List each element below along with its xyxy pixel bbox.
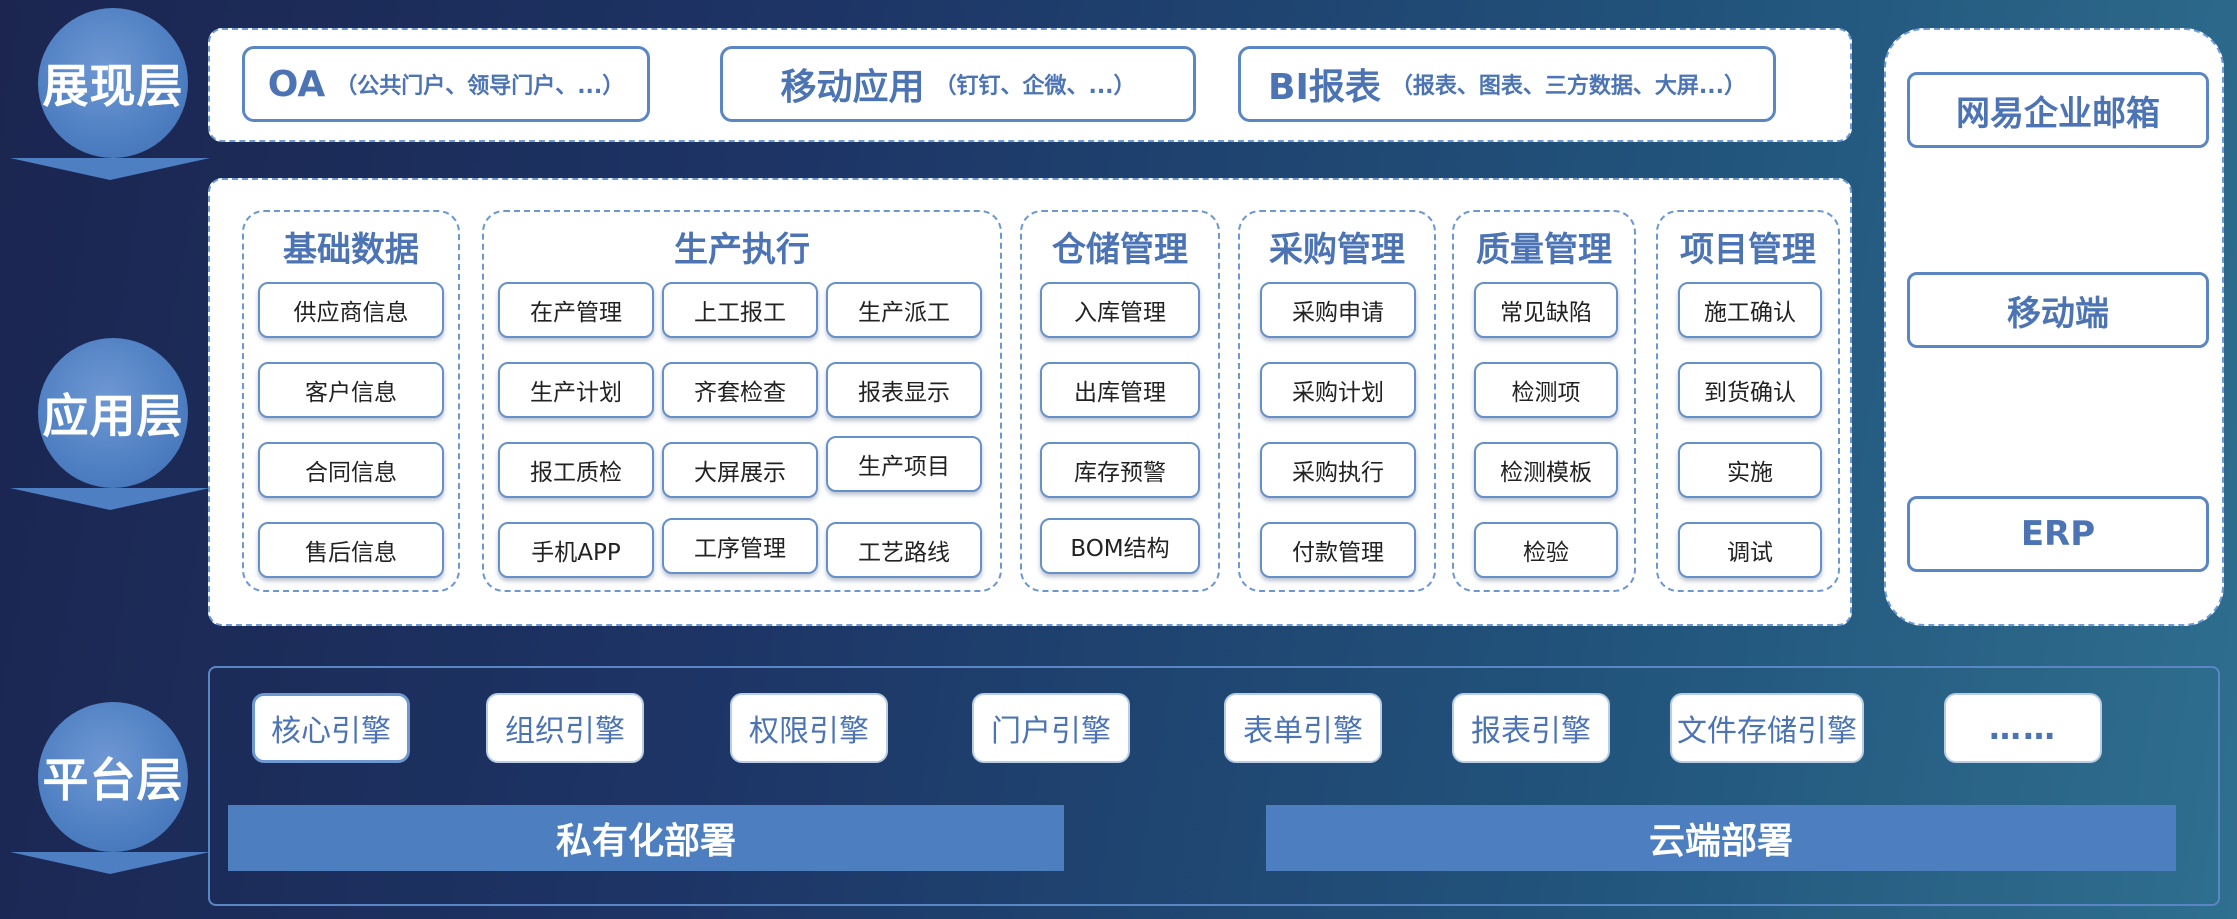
layer-platform-label: 平台层 xyxy=(38,702,188,852)
module-button[interactable]: 采购计划 xyxy=(1260,362,1416,418)
mobile-app-title: 移动应用 xyxy=(780,67,925,108)
engine-more[interactable]: …… xyxy=(1944,693,2102,763)
mobile-app[interactable]: 移动应用 （钉钉、企微、...） xyxy=(720,46,1196,122)
engine-form[interactable]: 表单引擎 xyxy=(1224,693,1382,763)
module-button[interactable]: BOM结构 xyxy=(1040,518,1200,574)
layer-presentation: 展现层 xyxy=(10,8,210,180)
module-button[interactable]: 客户信息 xyxy=(258,362,444,418)
group-purchasing: 采购管理 采购申请 采购计划 采购执行 付款管理 xyxy=(1238,210,1436,592)
module-button[interactable]: 调试 xyxy=(1678,522,1822,578)
application-panel: 基础数据 供应商信息 客户信息 合同信息 售后信息 生产执行 在产管理 上工报工… xyxy=(208,178,1852,626)
module-button[interactable]: 施工确认 xyxy=(1678,282,1822,338)
bi-report[interactable]: BI报表 （报表、图表、三方数据、大屏...） xyxy=(1238,46,1776,122)
module-button[interactable]: 售后信息 xyxy=(258,522,444,578)
group-quality: 质量管理 常见缺陷 检测项 检测模板 检验 xyxy=(1452,210,1636,592)
module-button[interactable]: 采购执行 xyxy=(1260,442,1416,498)
group-title: 质量管理 xyxy=(1476,230,1612,270)
oa-title: OA xyxy=(267,63,326,105)
module-button[interactable]: 生产派工 xyxy=(826,282,982,338)
module-button[interactable]: 入库管理 xyxy=(1040,282,1200,338)
module-button[interactable]: 检验 xyxy=(1474,522,1618,578)
module-button[interactable]: 报工质检 xyxy=(498,442,654,498)
module-button[interactable]: 实施 xyxy=(1678,442,1822,498)
layer-application-label: 应用层 xyxy=(38,338,188,488)
presentation-panel: OA （公共门户、领导门户、...） 移动应用 （钉钉、企微、...） BI报表… xyxy=(208,28,1852,142)
mobile-app-subtitle: （钉钉、企微、...） xyxy=(934,74,1136,99)
module-button[interactable]: 采购申请 xyxy=(1260,282,1416,338)
group-project: 项目管理 施工确认 到货确认 实施 调试 xyxy=(1656,210,1840,592)
module-button[interactable]: 出库管理 xyxy=(1040,362,1200,418)
bi-report-title: BI报表 xyxy=(1268,67,1381,108)
bi-report-subtitle: （报表、图表、三方数据、大屏...） xyxy=(1390,74,1746,99)
module-button[interactable]: 上工报工 xyxy=(662,282,818,338)
engine-core[interactable]: 核心引擎 xyxy=(252,693,410,763)
group-warehouse: 仓储管理 入库管理 出库管理 库存预警 BOM结构 xyxy=(1020,210,1220,592)
down-arrow-icon xyxy=(10,488,210,510)
module-button[interactable]: 常见缺陷 xyxy=(1474,282,1618,338)
module-button[interactable]: 库存预警 xyxy=(1040,442,1200,498)
module-button[interactable]: 付款管理 xyxy=(1260,522,1416,578)
netease-mail-button[interactable]: 网易企业邮箱 xyxy=(1907,72,2209,148)
engine-organization[interactable]: 组织引擎 xyxy=(486,693,644,763)
group-production: 生产执行 在产管理 上工报工 生产派工 生产计划 齐套检查 报表显示 报工质检 … xyxy=(482,210,1002,592)
group-title: 生产执行 xyxy=(674,230,810,270)
down-arrow-icon xyxy=(10,158,210,180)
module-button[interactable]: 生产项目 xyxy=(826,436,982,492)
module-button[interactable]: 工序管理 xyxy=(662,518,818,574)
module-button[interactable]: 齐套检查 xyxy=(662,362,818,418)
module-button[interactable]: 检测模板 xyxy=(1474,442,1618,498)
module-button[interactable]: 检测项 xyxy=(1474,362,1618,418)
erp-button[interactable]: ERP xyxy=(1907,496,2209,572)
mobile-terminal-button[interactable]: 移动端 xyxy=(1907,272,2209,348)
engine-portal[interactable]: 门户引擎 xyxy=(972,693,1130,763)
module-button[interactable]: 大屏展示 xyxy=(662,442,818,498)
module-button[interactable]: 生产计划 xyxy=(498,362,654,418)
module-button[interactable]: 合同信息 xyxy=(258,442,444,498)
engine-permission[interactable]: 权限引擎 xyxy=(730,693,888,763)
layer-application: 应用层 xyxy=(10,338,210,510)
module-button[interactable]: 供应商信息 xyxy=(258,282,444,338)
engine-report[interactable]: 报表引擎 xyxy=(1452,693,1610,763)
group-basic-data: 基础数据 供应商信息 客户信息 合同信息 售后信息 xyxy=(242,210,460,592)
group-title: 项目管理 xyxy=(1680,230,1816,270)
oa-subtitle: （公共门户、领导门户、...） xyxy=(335,74,625,99)
module-button[interactable]: 到货确认 xyxy=(1678,362,1822,418)
group-title: 采购管理 xyxy=(1269,230,1405,270)
private-deploy-bar: 私有化部署 xyxy=(228,805,1064,871)
module-button[interactable]: 在产管理 xyxy=(498,282,654,338)
cloud-deploy-bar: 云端部署 xyxy=(1266,805,2176,871)
module-button[interactable]: 手机APP xyxy=(498,522,654,578)
module-button[interactable]: 报表显示 xyxy=(826,362,982,418)
layer-platform: 平台层 xyxy=(10,702,210,874)
module-button[interactable]: 工艺路线 xyxy=(826,522,982,578)
group-title: 基础数据 xyxy=(283,230,419,270)
layer-presentation-label: 展现层 xyxy=(38,8,188,158)
group-title: 仓储管理 xyxy=(1052,230,1188,270)
oa-portal[interactable]: OA （公共门户、领导门户、...） xyxy=(242,46,650,122)
down-arrow-icon xyxy=(10,852,210,874)
engine-file-storage[interactable]: 文件存储引擎 xyxy=(1670,693,1864,763)
